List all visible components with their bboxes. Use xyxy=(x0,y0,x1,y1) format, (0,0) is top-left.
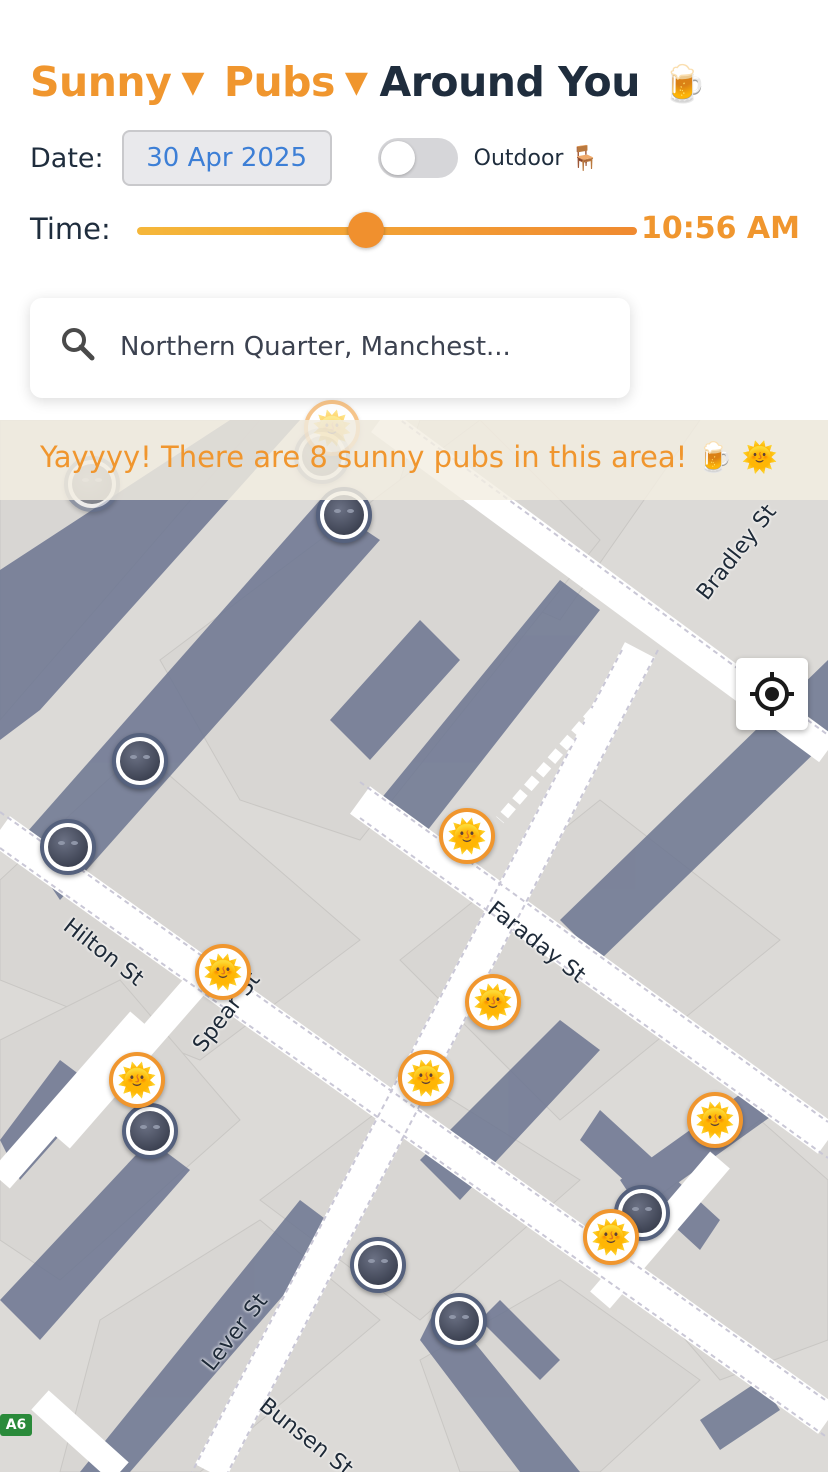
caret-down-icon: ▼ xyxy=(344,65,368,100)
moon-face-icon xyxy=(48,827,88,867)
banner-text: Yayyyy! There are 8 sunny pubs in this a… xyxy=(40,440,778,474)
title-sunny-dropdown[interactable]: Sunny ▼ xyxy=(30,58,224,106)
sun-face-icon: 🌞 xyxy=(203,953,243,991)
outdoor-toggle[interactable] xyxy=(377,138,458,178)
locate-me-button[interactable] xyxy=(736,658,808,730)
controls-panel: Sunny ▼ Pubs ▼ Around You 🍺 Date: 30 Apr 202… xyxy=(0,0,828,420)
sun-face-icon: 🌞 xyxy=(591,1218,631,1256)
time-value: 10:56 AM xyxy=(640,211,800,246)
outdoor-label: Outdoor xyxy=(473,145,564,171)
sun-face-icon: 🌞 xyxy=(695,1101,735,1139)
shaded-pub-marker[interactable] xyxy=(350,1237,406,1293)
shaded-pub-marker[interactable] xyxy=(431,1293,487,1349)
sunny-pub-marker[interactable]: 🌞 xyxy=(398,1050,454,1106)
chair-icon: 🪑 xyxy=(569,144,600,172)
app-title: Sunny ▼ Pubs ▼ Around You 🍺 xyxy=(30,58,707,106)
date-picker[interactable]: 30 Apr 2025 xyxy=(121,130,332,186)
sun-face-icon: 🌞 xyxy=(447,817,487,855)
title-pubs-label: Pubs xyxy=(223,58,336,106)
date-row: Date: 30 Apr 2025 Outdoor 🪑 xyxy=(30,130,599,186)
time-label: Time: xyxy=(30,212,111,246)
sunny-pub-marker[interactable]: 🌞 xyxy=(687,1092,743,1148)
title-sunny-label: Sunny xyxy=(30,58,172,106)
beer-icon: 🍺 xyxy=(661,64,707,105)
sunny-pub-marker[interactable]: 🌞 xyxy=(439,808,495,864)
date-label: Date: xyxy=(30,142,104,174)
sunny-count-banner: Yayyyy! There are 8 sunny pubs in this a… xyxy=(0,420,828,500)
search-input[interactable]: Northern Quarter, Manchest... xyxy=(120,332,511,362)
shaded-pub-marker[interactable] xyxy=(112,733,168,789)
sunny-pub-marker[interactable]: 🌞 xyxy=(195,944,251,1000)
moon-face-icon xyxy=(439,1301,479,1341)
sunny-pub-marker[interactable]: 🌞 xyxy=(583,1209,639,1265)
sun-face-icon: 🌞 xyxy=(117,1061,157,1099)
title-pubs-dropdown[interactable]: Pubs ▼ xyxy=(224,58,380,106)
caret-down-icon: ▼ xyxy=(181,65,204,100)
sunny-pub-marker[interactable]: 🌞 xyxy=(109,1052,165,1108)
moon-face-icon xyxy=(130,1111,170,1151)
time-slider-thumb[interactable] xyxy=(348,212,384,248)
locate-me-icon xyxy=(750,672,794,716)
title-around-you: Around You xyxy=(379,58,640,106)
search-icon xyxy=(62,328,95,361)
map-view[interactable]: Bradley St Faraday St Hilton St Spear St… xyxy=(0,420,828,1472)
time-row: Time: 10:56 AM xyxy=(30,206,800,256)
sun-face-icon: 🌞 xyxy=(473,983,513,1021)
toggle-knob xyxy=(380,141,415,175)
location-search[interactable]: Northern Quarter, Manchest... xyxy=(30,298,630,398)
moon-face-icon xyxy=(358,1245,398,1285)
shaded-pub-marker[interactable] xyxy=(40,819,96,875)
time-slider-track[interactable] xyxy=(137,227,637,235)
moon-face-icon xyxy=(324,495,364,535)
road-badge-a6: A6 xyxy=(0,1414,32,1436)
sun-face-icon: 🌞 xyxy=(406,1059,446,1097)
moon-face-icon xyxy=(120,741,160,781)
sunny-pub-marker[interactable]: 🌞 xyxy=(465,974,521,1030)
shaded-pub-marker[interactable] xyxy=(122,1103,178,1159)
